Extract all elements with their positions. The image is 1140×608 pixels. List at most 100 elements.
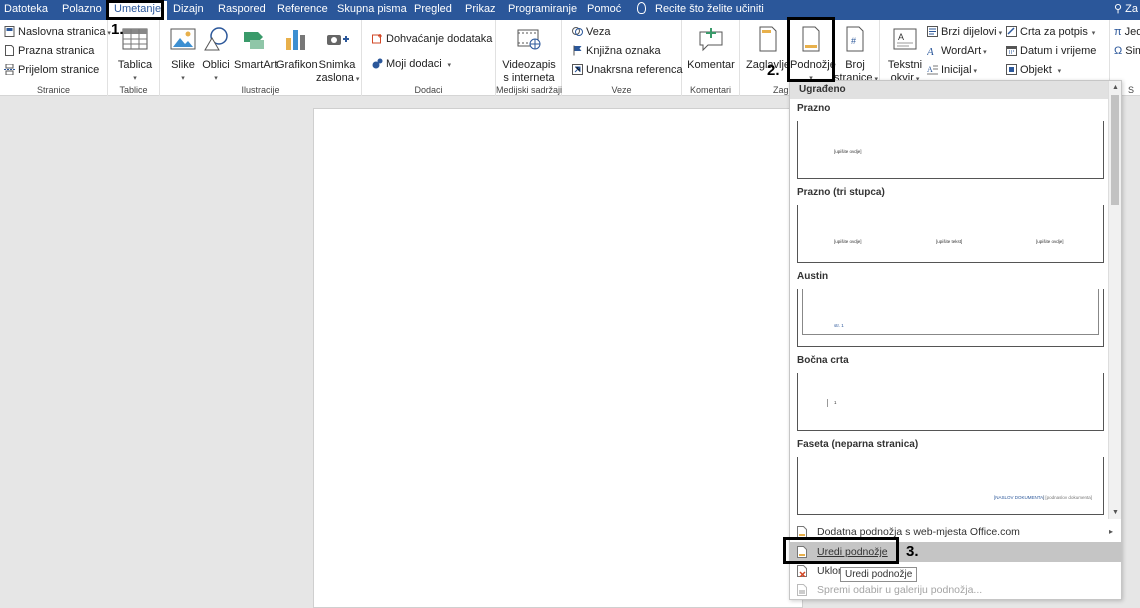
prijelom-stranice-button[interactable]: Prijelom stranice — [4, 63, 99, 77]
tab-datoteka[interactable]: Datoteka — [4, 0, 48, 20]
inicijal-button[interactable]: A Inicijal ▾ — [927, 63, 977, 79]
document-page[interactable] — [313, 108, 803, 608]
footer-option-bocna-crta[interactable]: 1 — [797, 373, 1104, 431]
tekstni-okvir-button[interactable]: A Tekstni okvir ▾ — [884, 26, 926, 86]
gallery-section-header: Ugrađeno — [790, 81, 1108, 99]
oblici-label: Oblici — [202, 59, 230, 71]
snimka-zaslona-button[interactable]: Snimka zaslona ▾ — [316, 26, 359, 86]
tab-polazno[interactable]: Polazno — [62, 0, 102, 20]
my-add-ins-icon — [372, 58, 383, 69]
group-komentari: Komentar Komentari — [682, 20, 740, 96]
svg-text:A: A — [898, 32, 904, 42]
prazna-stranica-button[interactable]: Prazna stranica — [4, 44, 94, 58]
komentar-button[interactable]: Komentar — [686, 26, 736, 72]
scroll-up-icon[interactable]: ▲ — [1109, 82, 1122, 94]
tab-prikaz[interactable]: Prikaz — [465, 0, 496, 20]
videozapis-button[interactable]: Videozapis s interneta — [500, 26, 558, 85]
tell-me-label: Recite što želite učiniti — [655, 3, 764, 15]
gallery-item-title: Prazno (tri stupca) — [797, 187, 885, 198]
scroll-thumb[interactable] — [1111, 95, 1119, 205]
footer-option-faseta[interactable]: [NASLOV DOKUMENTA] | [podnaslov dokument… — [797, 457, 1104, 515]
datum-i-vrijeme-button[interactable]: Datum i vrijeme — [1006, 44, 1096, 58]
group-label-stranice: Stranice — [36, 85, 71, 95]
inicijal-label: Inicijal — [941, 64, 972, 76]
prazna-stranica-label: Prazna stranica — [18, 45, 95, 57]
oblici-button[interactable]: Oblici ▾ — [201, 26, 231, 85]
page-break-icon — [4, 64, 15, 75]
tooltip: Uredi podnožje — [840, 567, 918, 582]
scroll-down-icon[interactable]: ▼ — [1109, 507, 1122, 519]
signature-line-icon — [1006, 26, 1017, 37]
chevron-down-icon: ▾ — [181, 75, 185, 82]
gallery-scrollbar[interactable]: ▲ ▼ — [1108, 81, 1121, 519]
group-label-veze: Veze — [611, 85, 632, 95]
slike-button[interactable]: Slike ▾ — [168, 26, 198, 85]
gallery-item-title: Austin — [797, 271, 829, 282]
group-label-komentari: Komentari — [689, 85, 732, 95]
preview-text: | [podnaslov dokumenta] — [1043, 495, 1092, 500]
tab-programiranje[interactable]: Programiranje — [508, 0, 577, 20]
dohvacanje-dodataka-button[interactable]: Dohvaćanje dodataka — [372, 32, 492, 46]
remove-footer-icon — [797, 565, 807, 577]
grafikon-button[interactable]: Grafikon — [276, 26, 318, 72]
text-box-icon: A — [893, 28, 917, 50]
link-icon — [572, 27, 583, 36]
tab-pregled[interactable]: Pregled — [414, 0, 452, 20]
tab-reference[interactable]: Reference — [277, 0, 328, 20]
step-1-label: 1. — [111, 21, 124, 38]
unakrsna-referenca-label: Unakrsna referenca — [586, 64, 683, 76]
group-medijski-sadrzaji: Videozapis s interneta Medijski sadržaji — [496, 20, 562, 96]
tab-pomoc[interactable]: Pomoć — [587, 0, 621, 20]
save-selection-label: Spremi odabir u galeriju podnožja... — [817, 584, 983, 596]
jednadzba-button[interactable]: π Jed — [1114, 25, 1140, 39]
blank-page-icon — [5, 45, 14, 56]
page-number-icon: # — [846, 26, 864, 52]
crta-za-potpis-button[interactable]: Crta za potpis ▾ — [1006, 25, 1095, 41]
bookmark-icon — [573, 45, 582, 56]
calendar-icon — [1006, 46, 1017, 56]
veza-button[interactable]: Veza — [572, 25, 610, 39]
slike-label: Slike — [171, 59, 195, 71]
simbol-button[interactable]: Ω Sim — [1114, 44, 1140, 58]
preview-text: 1 — [834, 400, 837, 405]
preview-frame — [802, 289, 1099, 335]
tab-raspored[interactable]: Raspored — [218, 0, 266, 20]
user-initials: Za — [1125, 3, 1138, 15]
step-1-outline — [106, 0, 164, 20]
moji-dodaci-button[interactable]: Moji dodaci ▾ — [372, 57, 451, 73]
gallery-item-title: Bočna crta — [797, 355, 849, 366]
tab-dizajn[interactable]: Dizajn — [173, 0, 204, 20]
drop-cap-icon: A — [927, 65, 938, 75]
smartart-button[interactable]: SmartArt — [234, 26, 277, 72]
knjizna-oznaka-label: Knjižna oznaka — [586, 45, 661, 57]
person-icon: ⚲ — [1114, 3, 1123, 15]
wordart-button[interactable]: A WordArt ▾ — [927, 44, 987, 60]
unakrsna-referenca-button[interactable]: Unakrsna referenca — [572, 63, 683, 77]
chevron-down-icon: ▾ — [133, 75, 137, 82]
footer-option-prazno[interactable]: [upišite ovdje] — [797, 121, 1104, 179]
broj-stranice-button[interactable]: # Broj stranice ▾ — [834, 26, 878, 86]
chevron-down-icon: ▾ — [971, 68, 978, 75]
add-in-store-icon — [372, 34, 382, 44]
brzi-dijelovi-button[interactable]: Brzi dijelovi ▾ — [927, 25, 1002, 41]
chevron-right-icon: ▸ — [1108, 527, 1113, 536]
group-dodaci: Dohvaćanje dodataka Moji dodaci ▾ Dodaci — [362, 20, 496, 96]
group-veze: Veza Knjižna oznaka Unakrsna referenca V… — [562, 20, 683, 96]
object-icon — [1006, 64, 1017, 75]
moji-dodaci-label: Moji dodaci — [386, 58, 442, 70]
cover-page-icon — [4, 26, 15, 37]
svg-text:A: A — [927, 65, 933, 74]
objekt-button[interactable]: Objekt ▾ — [1006, 63, 1061, 79]
user-account[interactable]: ⚲ Za — [1114, 0, 1140, 20]
pi-icon: π — [1114, 26, 1125, 38]
footer-option-prazno-tri-stupca[interactable]: [upišite ovdje] [upišite tekst] [upišite… — [797, 205, 1104, 263]
naslovna-stranica-button[interactable]: Naslovna stranica ▾ — [4, 25, 111, 41]
tell-me-search[interactable]: Recite što želite učiniti — [637, 0, 764, 20]
videozapis-label-1: Videozapis — [502, 59, 556, 71]
chevron-down-icon: ▾ — [214, 75, 218, 82]
preview-text: [NASLOV DOKUMENTA] — [994, 495, 1045, 500]
videozapis-label-2: s interneta — [503, 72, 555, 84]
tab-skupna-pisma[interactable]: Skupna pisma — [337, 0, 407, 20]
knjizna-oznaka-button[interactable]: Knjižna oznaka — [572, 44, 661, 58]
footer-option-austin[interactable]: str. 1 — [797, 289, 1104, 347]
